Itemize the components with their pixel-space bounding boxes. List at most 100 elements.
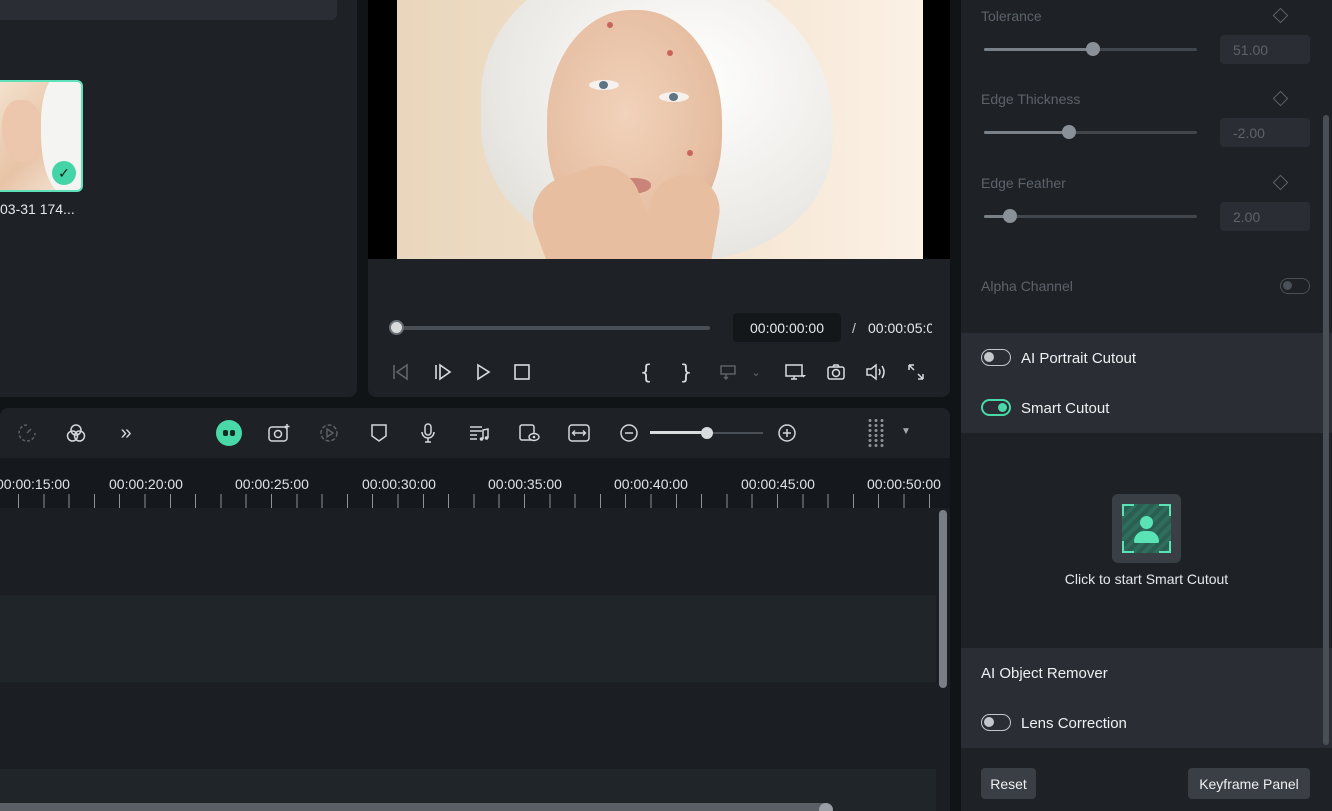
tolerance-keyframe-diamond-icon[interactable] [1272,7,1289,24]
zoom-slider-fill [650,431,707,434]
camera-icon [827,364,845,380]
timeline-vertical-scrollbar[interactable] [936,508,950,811]
insert-options-chevron-icon[interactable]: ⌄ [744,360,768,384]
tolerance-slider[interactable] [984,42,1197,56]
lens-correction-toggle[interactable] [981,714,1011,731]
display-settings-button[interactable] [783,360,807,384]
ai-object-remover-label[interactable]: AI Object Remover [981,665,1108,682]
smart-cutout-label: Smart Cutout [1021,400,1110,417]
speaker-icon [866,363,885,381]
stop-button[interactable] [510,360,534,384]
edge-feather-value-field[interactable]: 2.00 [1220,202,1310,231]
checkmark-icon: ✓ [52,161,76,185]
keyframe-panel-button[interactable]: Keyframe Panel [1188,768,1310,799]
timeline-tracks[interactable] [0,508,936,811]
smart-cutout-toggle[interactable] [981,399,1011,416]
edge-thickness-label: Edge Thickness [981,91,1081,107]
previous-frame-button[interactable] [389,360,413,384]
zoom-out-button[interactable] [616,421,642,445]
frame-corner [1122,504,1134,516]
vertical-scroll-thumb[interactable] [939,510,947,688]
ai-thumbnail-button[interactable] [266,421,292,445]
edge-thickness-value-field[interactable]: -2.00 [1220,118,1310,147]
ai-portrait-cutout-toggle[interactable] [981,349,1011,366]
edge-feather-slider-handle[interactable] [1002,209,1017,223]
tolerance-label: Tolerance [981,8,1042,24]
voiceover-button[interactable] [415,421,441,445]
edge-thickness-slider-handle[interactable] [1062,125,1077,139]
edge-feather-keyframe-diamond-icon[interactable] [1272,174,1289,191]
ai-portrait-cutout-label: AI Portrait Cutout [1021,350,1137,367]
next-frame-button[interactable] [431,360,455,384]
more-tools-chevrons-icon[interactable]: » [113,421,139,445]
edge-thickness-slider[interactable] [984,125,1197,139]
step-forward-icon [435,363,452,381]
ruler-label: 00:00:40:00 [614,476,688,492]
marker-button[interactable] [366,421,392,445]
tolerance-value-field[interactable]: 51.00 [1220,35,1310,64]
smart-cutout-hint[interactable]: Click to start Smart Cutout [961,571,1332,587]
insert-icon [720,365,736,380]
extra-tools-section: AI Object Remover Lens Correction [961,648,1332,748]
layout-dropdown-caret-icon[interactable]: ▼ [901,426,911,437]
volume-button[interactable] [864,360,888,384]
zoom-in-button[interactable] [774,421,800,445]
timecode-separator: / [852,320,856,336]
edge-thickness-keyframe-diamond-icon[interactable] [1272,90,1289,107]
edge-feather-slider[interactable] [984,209,1197,223]
timeline-horizontal-scrollbar[interactable] [0,803,830,811]
audio-beat-button[interactable] [466,421,492,445]
play-circle-icon [320,424,338,442]
total-timecode: 00:00:05:00 [868,320,932,336]
reset-button[interactable]: Reset [981,768,1036,799]
insert-clip-button[interactable] [716,360,740,384]
fit-timeline-button[interactable] [566,421,592,445]
zoom-out-icon [620,424,638,442]
color-match-button[interactable] [63,421,89,445]
track-row[interactable] [0,595,936,682]
frame-corner [1159,504,1171,516]
frame-corner [1122,541,1134,553]
microphone-icon [421,423,435,443]
ai-copilot-button[interactable] [216,420,242,446]
media-clip-thumbnail[interactable]: ✓ [0,80,83,192]
ruler-ticks [0,494,936,508]
start-smart-cutout-button[interactable] [1112,494,1181,563]
mark-in-button[interactable]: { [634,360,658,384]
track-row[interactable] [0,508,936,595]
properties-scrollbar[interactable] [1323,115,1329,745]
auto-reframe-button[interactable] [316,421,342,445]
zoom-slider-handle[interactable] [701,427,713,439]
eye-left [589,80,619,90]
expand-icon [908,364,924,380]
preview-panel: 00:00:00:00 / 00:00:05:00 { } ⌄ [368,0,950,397]
alpha-channel-toggle[interactable] [1280,278,1310,294]
ruler-label: 00:00:20:00 [109,476,183,492]
preview-render-button[interactable] [516,421,542,445]
color-circles-icon [66,424,86,442]
horizontal-scroll-handle[interactable] [819,803,833,811]
track-layout-grid-icon[interactable] [867,418,885,448]
playback-scrubber[interactable] [389,320,710,335]
current-timecode[interactable]: 00:00:00:00 [733,313,841,342]
track-row[interactable] [0,682,936,769]
person-body-icon [1134,531,1159,543]
speed-ramp-button[interactable] [14,421,40,445]
mark-out-button[interactable]: } [674,360,698,384]
play-button[interactable] [471,360,495,384]
speed-icon [18,424,36,442]
preview-canvas [368,0,950,259]
snapshot-button[interactable] [824,360,848,384]
person-head-icon [1140,516,1153,529]
render-eye-icon [519,424,540,442]
shield-marker-icon [371,424,387,442]
fullscreen-button[interactable] [904,360,928,384]
ruler-label: 00:00:35:00 [488,476,562,492]
ruler-label: 00:00:45:00 [741,476,815,492]
blemish [667,50,673,56]
thumbnail-face [2,100,42,162]
tolerance-slider-handle[interactable] [1085,42,1100,56]
eye-right [659,92,689,102]
mark-in-icon: { [639,360,653,384]
scrubber-handle[interactable] [389,320,404,335]
